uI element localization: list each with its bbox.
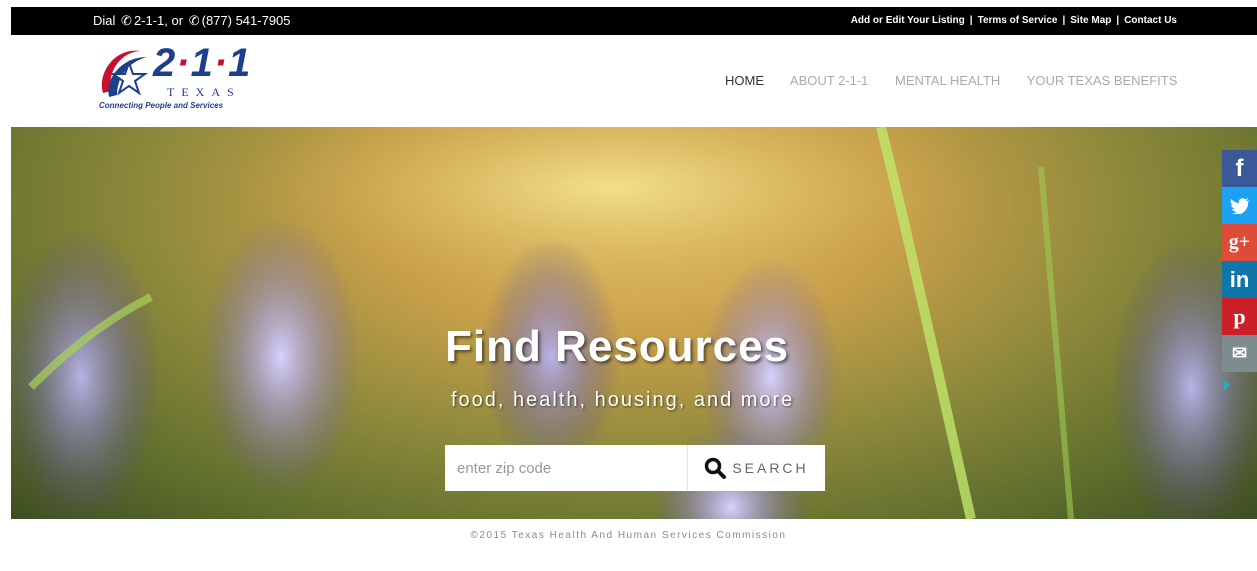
nav-mental-health[interactable]: MENTAL HEALTH	[895, 73, 1000, 88]
hero-banner: Find Resources food, health, housing, an…	[11, 127, 1257, 519]
google-plus-icon: g+	[1228, 231, 1251, 253]
facebook-share-button[interactable]: f	[1222, 150, 1257, 187]
terms-of-service-link[interactable]: Terms of Service	[978, 15, 1058, 26]
facebook-icon: f	[1235, 154, 1244, 182]
linkedin-share-button[interactable]: in	[1222, 261, 1257, 298]
main-nav: HOME ABOUT 2-1-1 MENTAL HEALTH YOUR TEXA…	[725, 73, 1200, 88]
dial-info: Dial ✆ 2-1-1, or ✆ (877) 541-7905	[93, 7, 291, 35]
email-icon: ✉	[1231, 343, 1248, 363]
dial-number-toll-free: (877) 541-7905	[201, 13, 291, 28]
nav-home[interactable]: HOME	[725, 73, 764, 88]
search-icon	[705, 457, 727, 479]
twitter-share-button[interactable]	[1222, 187, 1257, 224]
collapse-arrow-icon[interactable]	[1224, 380, 1230, 390]
google-plus-share-button[interactable]: g+	[1222, 224, 1257, 261]
linkedin-icon: in	[1229, 266, 1250, 292]
phone-icon: ✆	[121, 13, 132, 28]
nav-texas-benefits[interactable]: YOUR TEXAS BENEFITS	[1027, 73, 1178, 88]
site-map-link[interactable]: Site Map	[1070, 15, 1111, 26]
pinterest-icon: p	[1233, 303, 1246, 329]
logo-tagline: Connecting People and Services	[99, 101, 224, 110]
email-share-button[interactable]: ✉	[1222, 335, 1257, 372]
add-edit-listing-link[interactable]: Add or Edit Your Listing	[851, 15, 965, 26]
pinterest-share-button[interactable]: p	[1222, 298, 1257, 335]
logo-state: TEXAS	[167, 85, 241, 99]
star-swoosh-icon	[101, 50, 149, 97]
logo-number: 2·1·1	[153, 41, 252, 85]
search-button-label: SEARCH	[732, 460, 809, 476]
dial-number-211: 2-1-1, or	[133, 13, 184, 28]
top-bar: Dial ✆ 2-1-1, or ✆ (877) 541-7905 Add or E…	[11, 7, 1257, 35]
hero-title: Find Resources	[445, 322, 790, 371]
search-button[interactable]: SEARCH	[687, 445, 825, 491]
footer-copyright: ©2015 Texas Health And Human Services Co…	[470, 530, 787, 541]
hero-subtitle: food, health, housing, and more	[451, 389, 795, 411]
social-share-bar: f g+ in p ✉	[1222, 150, 1257, 390]
site-logo[interactable]: 2·1·1 TEXAS Connecting People and Servic…	[95, 41, 255, 113]
phone-icon: ✆	[188, 13, 200, 28]
site-header: 2·1·1 TEXAS Connecting People and Servic…	[11, 35, 1257, 127]
dial-prefix: Dial	[93, 13, 116, 28]
twitter-icon	[1229, 197, 1250, 214]
nav-about[interactable]: ABOUT 2-1-1	[790, 73, 869, 88]
zip-code-input[interactable]	[445, 445, 687, 491]
top-links: Add or Edit Your Listing | Terms of Servic…	[850, 15, 1177, 26]
contact-us-link[interactable]: Contact Us	[1124, 15, 1177, 26]
